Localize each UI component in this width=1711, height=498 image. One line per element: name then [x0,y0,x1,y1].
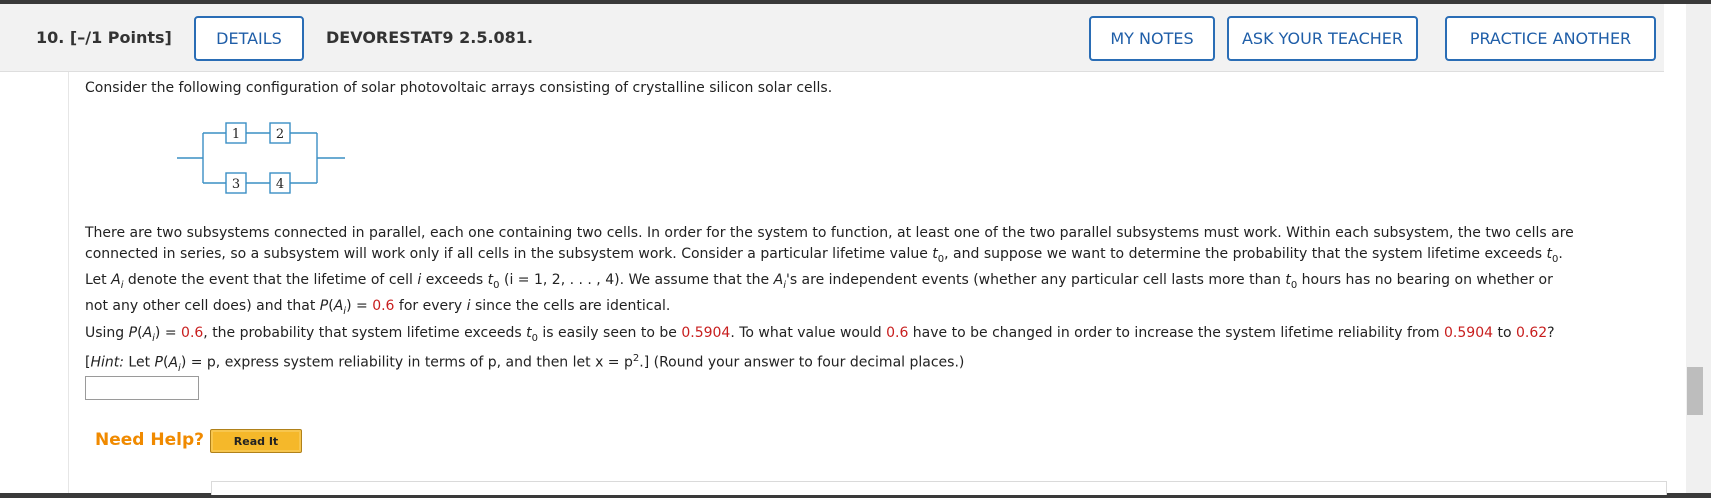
need-help-label: Need Help? [95,430,204,450]
next-panel-edge [211,481,1667,495]
problem-paragraph: There are two subsystems connected in pa… [85,225,1574,317]
question-code: DEVORESTAT9 2.5.081. [326,28,534,47]
scrollbar-track[interactable] [1686,4,1711,493]
question-header: 10. [–/1 Points] DETAILS DEVORESTAT9 2.5… [0,4,1664,72]
cell-label-2: 2 [276,127,284,142]
p-value: 0.6 [372,298,395,315]
solar-array-diagram: 1 2 3 4 [177,122,345,194]
question-paragraph: Using P(Ai) = 0.6, the probability that … [85,325,1555,374]
cell-label-1: 1 [232,127,240,142]
cell-label-4: 4 [276,177,284,192]
question-frame: 10. [–/1 Points] DETAILS DEVORESTAT9 2.5… [0,4,1711,495]
answer-input[interactable] [85,376,199,400]
cell-label-3: 3 [232,177,240,192]
question-number: 10. [–/1 Points] [36,28,172,47]
scrollbar-thumb[interactable] [1687,367,1703,415]
read-it-button[interactable]: Read It [210,429,302,453]
practice-another-button[interactable]: PRACTICE ANOTHER [1445,16,1656,61]
my-notes-button[interactable]: MY NOTES [1089,16,1215,61]
details-button[interactable]: DETAILS [194,16,304,61]
ask-your-teacher-button[interactable]: ASK YOUR TEACHER [1227,16,1418,61]
intro-text: Consider the following configuration of … [85,80,833,96]
